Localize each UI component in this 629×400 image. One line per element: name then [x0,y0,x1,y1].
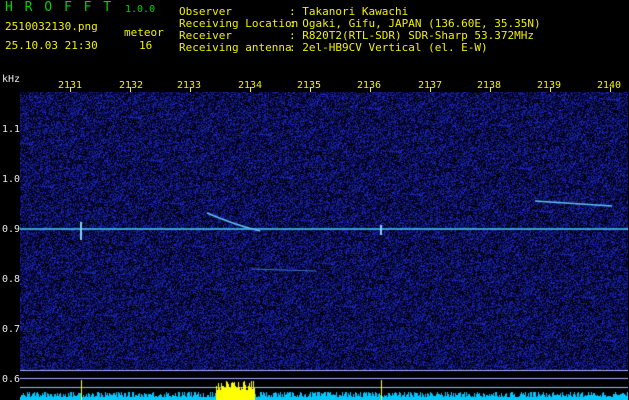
hroffft-window: H R O F F T 1.0.0 2510032130.png meteor … [0,0,629,400]
x-tick-label: 2132 [119,80,144,91]
file-name: 2510032130.png [5,20,98,33]
app-title: H R O F F T [5,0,114,15]
y-tick-label: 1.0 [2,174,21,185]
y-tick-label: 0.7 [2,324,21,335]
y-axis-unit: kHz [2,74,21,85]
file-datetime: 25.10.03 21:30 [5,39,98,52]
y-tick-label: 0.6 [2,374,21,385]
app-version: 1.0.0 [125,4,156,15]
y-tick-label: 0.9 [2,224,21,235]
info-value-antenna: : 2el-HB9CV Vertical (el. E-W) [289,41,488,54]
y-tick-label: 0.8 [2,274,21,285]
y-tick-label: 1.1 [2,124,21,135]
counter-label: meteor [124,26,164,39]
spectrogram-canvas[interactable] [20,92,628,400]
info-label-antenna: Receiving antenna [179,41,292,54]
counter-value: 16 [139,39,153,52]
spectrogram-panel[interactable] [20,92,628,400]
